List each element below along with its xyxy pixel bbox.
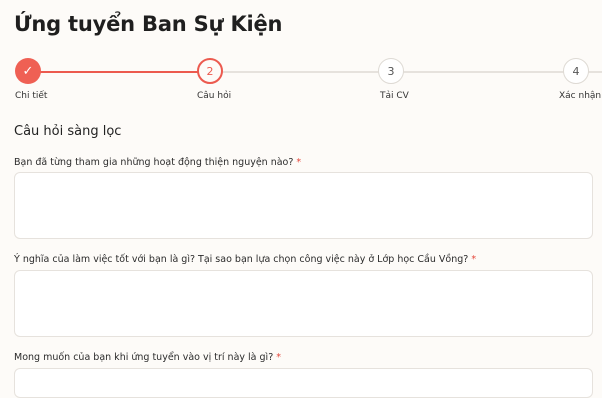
question-3-answer-field[interactable] [14, 368, 593, 398]
step-2-label: Câu hỏi [197, 91, 232, 101]
stepper-line-completed [28, 71, 210, 73]
step-4-label: Xác nhận [559, 91, 602, 101]
question-3-text: Mong muốn của bạn khi ứng tuyển vào vị t… [14, 352, 274, 363]
question-2-answer-field[interactable] [14, 270, 593, 337]
required-marker: * [276, 352, 281, 363]
step-1-label: Chi tiết [15, 91, 48, 101]
question-1-label: Bạn đã từng tham gia những hoạt động thi… [14, 157, 301, 168]
step-4-marker[interactable]: 4 [563, 58, 589, 84]
step-3-marker[interactable]: 3 [378, 58, 404, 84]
question-1-answer-field[interactable] [14, 172, 593, 239]
question-1-text: Bạn đã từng tham gia những hoạt động thi… [14, 157, 294, 168]
step-3-label: Tải CV [380, 91, 409, 101]
progress-stepper: ✓ 2 3 4 Chi tiết Câu hỏi Tải CV Xác nhận [0, 58, 602, 108]
required-marker: * [471, 254, 477, 265]
question-2-label: Ý nghĩa của làm việc tốt với bạn là gì? … [14, 254, 476, 265]
page-title: Ứng tuyển Ban Sự Kiện [14, 12, 283, 36]
required-marker: * [296, 157, 302, 168]
step-1-check-icon[interactable]: ✓ [15, 58, 41, 84]
stepper-line-upcoming [210, 71, 602, 73]
question-2-text: Ý nghĩa của làm việc tốt với bạn là gì? … [14, 254, 469, 265]
step-2-marker[interactable]: 2 [197, 58, 223, 84]
section-title: Câu hỏi sàng lọc [14, 124, 122, 139]
question-3-label: Mong muốn của bạn khi ứng tuyển vào vị t… [14, 352, 281, 363]
